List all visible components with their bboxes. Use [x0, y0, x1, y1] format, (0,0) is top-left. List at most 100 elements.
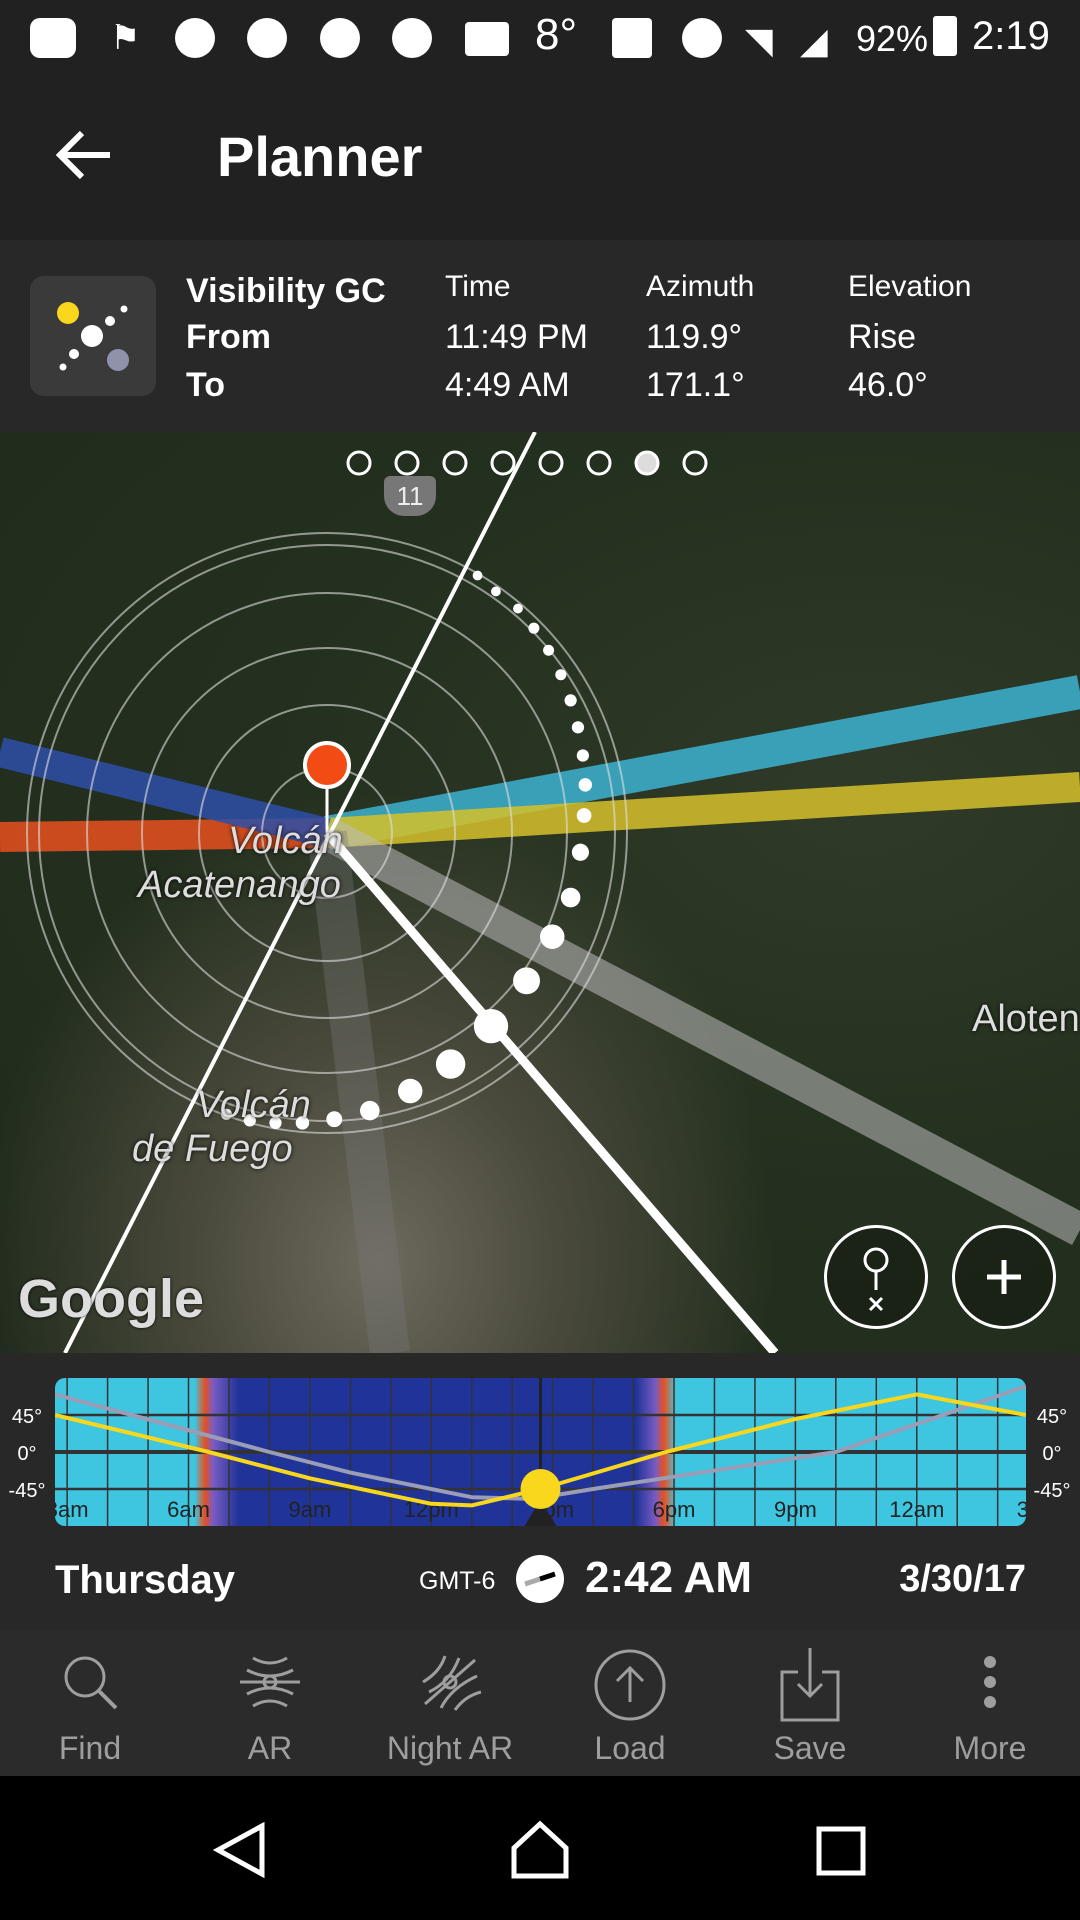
- save-label: Save: [773, 1730, 847, 1766]
- moon-path-dot: [543, 644, 555, 656]
- sun-position-marker: [520, 1469, 561, 1509]
- satellite-map[interactable]: 11 Volcán Acatenango Volcán de Fuego Alo…: [0, 432, 1080, 1353]
- telegram-icon: [247, 18, 287, 58]
- app-bar: Planner: [0, 72, 1080, 240]
- night-ar-button[interactable]: Night AR: [360, 1630, 540, 1776]
- dnd-icon: [682, 18, 722, 58]
- ar-button[interactable]: AR: [180, 1630, 360, 1776]
- moon-path-dot: [513, 603, 523, 614]
- night-ar-icon: [422, 1655, 482, 1711]
- app-icon: [392, 18, 432, 58]
- page-indicator-dot: [490, 450, 516, 476]
- moon-path-dot: [571, 721, 585, 734]
- x-tick-label: 9pm: [774, 1497, 817, 1522]
- page-indicator-dot: [346, 450, 372, 476]
- elevation-chart[interactable]: 3am 6am 9am 12pm 3pm 6pm 9pm 12am 3am45° 45°0° 0°-…: [0, 1353, 1080, 1553]
- y-tick-label-right: 0°: [1042, 1443, 1061, 1465]
- save-button[interactable]: Save: [720, 1630, 900, 1776]
- moon-path-dot: [528, 622, 540, 634]
- page-indicator-dot: [586, 450, 612, 476]
- clock-icon[interactable]: [515, 1554, 565, 1604]
- add-button[interactable]: [952, 1225, 1056, 1329]
- map-label-fuego: de Fuego: [132, 1128, 293, 1170]
- clear-pin-button[interactable]: [824, 1225, 928, 1329]
- moon-path-dot: [571, 843, 589, 861]
- page-indicator-dot: [442, 450, 468, 476]
- timeline-panel[interactable]: 3am 6am 9am 12pm 3pm 6pm 9pm 12am 3am 45° 45° 0° 0° -…: [0, 1353, 1080, 1630]
- to-elevation: 46.0°: [848, 366, 928, 404]
- load-label: Load: [594, 1730, 666, 1766]
- battery-percent: 92%: [856, 18, 929, 59]
- pin-clear-icon: [863, 1247, 889, 1312]
- event-type-icon: [30, 276, 156, 396]
- more-icon: [984, 1656, 996, 1708]
- google-logo: Google: [18, 1269, 204, 1329]
- messages-icon: [30, 18, 76, 58]
- moon-path-dot: [472, 570, 483, 581]
- y-tick-label-right: 45°: [1037, 1406, 1067, 1428]
- y-tick-label-left: -45°: [9, 1480, 46, 1502]
- more-label: More: [953, 1730, 1027, 1766]
- recents-nav-icon[interactable]: [816, 1826, 866, 1876]
- map-label-acatenango: Acatenango: [138, 864, 341, 906]
- night-ar-label: Night AR: [386, 1730, 514, 1766]
- facebook-icon: [612, 18, 652, 58]
- home-nav-icon[interactable]: [510, 1820, 570, 1880]
- ar-label: AR: [247, 1730, 293, 1766]
- load-button[interactable]: Load: [540, 1630, 720, 1776]
- x-tick-label: 6pm: [653, 1497, 696, 1522]
- battery-icon: [933, 16, 957, 56]
- search-icon: [64, 1656, 118, 1710]
- gmail-icon: [465, 22, 509, 56]
- y-tick-label-left: 0°: [17, 1443, 36, 1465]
- moon-path-dot: [576, 808, 592, 823]
- x-tick-label: 12am: [889, 1497, 944, 1522]
- ar-icon: [240, 1656, 300, 1708]
- moon-path-dot: [473, 1008, 509, 1044]
- system-nav-bar: [0, 1776, 1080, 1920]
- moon-path-dot: [564, 694, 577, 707]
- page-title: Planner: [217, 125, 423, 188]
- flag-icon: ⚑: [110, 19, 141, 57]
- map-label-acatenango: Volcán: [228, 820, 343, 862]
- moon-path-dot: [576, 749, 589, 762]
- moon-path-dot: [326, 1111, 343, 1128]
- find-button[interactable]: Find: [0, 1630, 180, 1776]
- find-label: Find: [58, 1730, 122, 1766]
- from-time: 11:49 PM: [445, 318, 589, 356]
- messenger-icon: [320, 18, 360, 58]
- event-info-panel[interactable]: Visibility GC From To Time Azimuth Eleva…: [0, 240, 1080, 432]
- save-icon: [780, 1648, 840, 1722]
- x-tick-label: 6am: [167, 1497, 210, 1522]
- arrow-left-icon[interactable]: [56, 130, 112, 180]
- shadow-direction: [307, 830, 410, 1353]
- back-nav-icon[interactable]: [212, 1822, 268, 1878]
- moon-path-dot: [540, 924, 565, 949]
- page-indicator-dot: [682, 450, 708, 476]
- plus-icon: [987, 1260, 1021, 1294]
- current-date[interactable]: 3/30/17: [899, 1558, 1026, 1601]
- event-name: Visibility GC: [186, 272, 386, 310]
- moon-path-dot: [560, 887, 581, 908]
- weekday: Thursday: [55, 1558, 236, 1602]
- wifi-icon: ◥: [745, 20, 773, 61]
- current-time[interactable]: 2:42 AM: [585, 1553, 752, 1603]
- from-elevation: Rise: [848, 318, 917, 356]
- moon-path-dot: [397, 1078, 423, 1104]
- signal-icon: ◢: [800, 20, 828, 61]
- y-tick-label-left: 45°: [12, 1406, 42, 1428]
- moon-path-dot: [555, 669, 567, 681]
- from-label: From: [186, 318, 271, 356]
- page-indicator-dot: [394, 450, 420, 476]
- status-bar: ⚑ 8° ◥ ◢ 92% 2:19: [0, 0, 1080, 72]
- moon-path-dot: [513, 967, 541, 995]
- to-azimuth: 171.1°: [646, 366, 745, 404]
- moon-path-dot: [491, 586, 501, 597]
- clock: 2:19: [972, 14, 1050, 58]
- page-indicator-dot: [538, 450, 564, 476]
- azimuth-header: Azimuth: [646, 270, 755, 303]
- messenger-icon: [175, 18, 215, 58]
- map-label-fuego: Volcán: [196, 1084, 311, 1126]
- more-button[interactable]: More: [900, 1630, 1080, 1776]
- moon-path-dot: [578, 778, 593, 792]
